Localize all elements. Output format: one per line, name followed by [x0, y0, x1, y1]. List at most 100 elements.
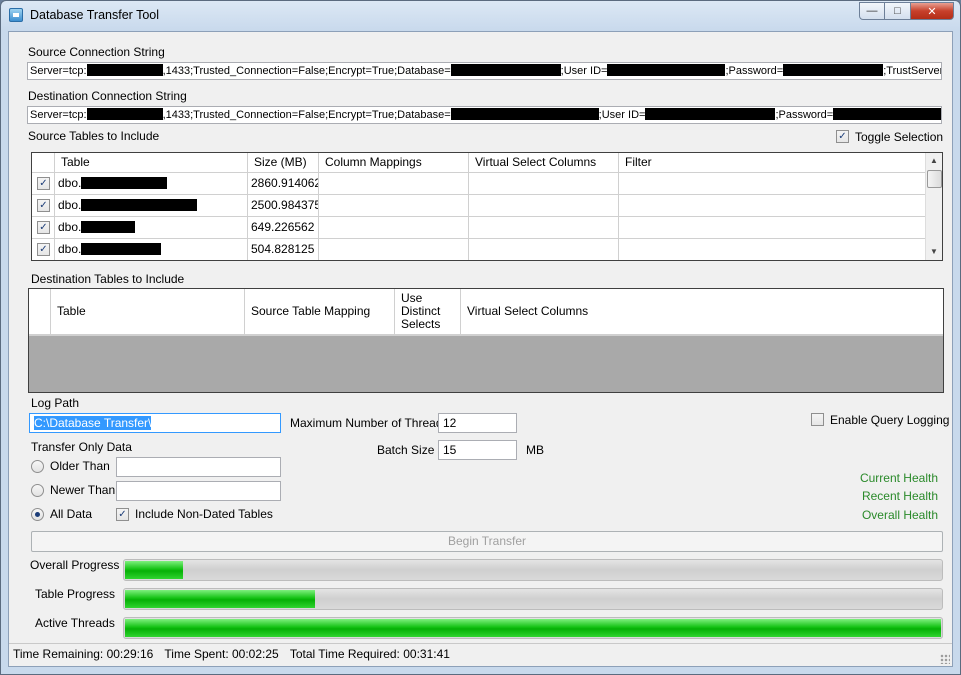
conn-text: ,1433;Trusted_Connection=False;Encrypt=T… [162, 109, 451, 121]
redacted-block [450, 108, 599, 120]
table-row-select-cell[interactable]: ✓ [32, 195, 55, 217]
column-header-virtual-select[interactable]: Virtual Select Columns [469, 153, 619, 173]
row-checkbox[interactable]: ✓ [37, 177, 50, 190]
source-grid-scrollbar[interactable]: ▲ ▼ [925, 153, 942, 260]
log-path-value: C:\Database Transfer\ [34, 416, 152, 430]
active-threads-fill [125, 619, 941, 637]
column-header-column-mappings[interactable]: Column Mappings [319, 153, 469, 173]
overall-progress-label: Overall Progress [30, 558, 120, 572]
row-checkbox[interactable]: ✓ [37, 221, 50, 234]
scroll-up-icon[interactable]: ▲ [926, 153, 942, 169]
query-logging-checkbox[interactable] [811, 413, 824, 426]
resize-grip-icon[interactable] [940, 654, 950, 664]
batch-size-input[interactable]: 15 [438, 440, 517, 460]
table-row-select-cell[interactable]: ✓ [32, 239, 55, 260]
include-nondated-label[interactable]: Include Non-Dated Tables [135, 507, 273, 521]
table-size-cell[interactable]: 504.828125 [248, 239, 319, 260]
minimize-icon: — [866, 5, 878, 17]
begin-transfer-button[interactable]: Begin Transfer [31, 531, 943, 552]
column-header-virtual-select[interactable]: Virtual Select Columns [461, 289, 943, 335]
redacted-block [81, 177, 168, 189]
maximize-icon: □ [894, 5, 901, 17]
time-remaining: Time Remaining: 00:29:16 [13, 647, 154, 661]
active-threads-bar [123, 617, 943, 639]
toggle-selection-label[interactable]: Toggle Selection [855, 130, 943, 144]
conn-text: Server=tcp: [30, 109, 87, 121]
column-mappings-cell[interactable] [319, 195, 469, 217]
virtual-select-cell[interactable] [469, 195, 619, 217]
row-header-corner [32, 153, 55, 173]
conn-text: ;TrustServerCerti [883, 65, 942, 77]
table-name: dbo. [58, 176, 82, 190]
close-button[interactable]: ✕ [911, 2, 954, 20]
table-name-cell[interactable]: dbo. [55, 195, 248, 217]
virtual-select-cell[interactable] [469, 239, 619, 260]
column-header-size[interactable]: Size (MB) [248, 153, 319, 173]
all-data-label[interactable]: All Data [50, 507, 92, 521]
conn-text: ,1433;Trusted_Connection=False;Encrypt=T… [162, 65, 451, 77]
table-size-cell[interactable]: 2860.914062 [248, 173, 319, 195]
redacted-block [81, 243, 162, 255]
table-progress-fill [125, 590, 316, 608]
destination-connection-input[interactable]: Server=tcp: ,1433;Trusted_Connection=Fals… [27, 106, 942, 124]
total-time: Total Time Required: 00:31:41 [289, 647, 450, 661]
filter-cell[interactable] [619, 195, 926, 217]
max-threads-input[interactable]: 12 [438, 413, 517, 433]
redacted-block [86, 108, 163, 120]
recent-health-label: Recent Health [861, 489, 938, 503]
query-logging-label[interactable]: Enable Query Logging [830, 413, 949, 427]
table-name: dbo. [58, 198, 82, 212]
minimize-button[interactable]: — [859, 2, 885, 20]
row-header-corner [29, 289, 51, 335]
older-than-radio[interactable] [31, 460, 44, 473]
max-threads-label: Maximum Number of Threads [290, 416, 449, 430]
table-row-select-cell[interactable]: ✓ [32, 217, 55, 239]
app-icon [9, 8, 23, 22]
close-icon: ✕ [927, 5, 937, 18]
source-connection-input[interactable]: Server=tcp: ,1433;Trusted_Connection=Fals… [27, 62, 942, 80]
column-mappings-cell[interactable] [319, 217, 469, 239]
table-name: dbo. [58, 242, 82, 256]
table-name: dbo. [58, 220, 82, 234]
table-name-cell[interactable]: dbo. [55, 239, 248, 260]
redacted-block [833, 108, 941, 120]
table-name-cell[interactable]: dbo. [55, 173, 248, 195]
filter-cell[interactable] [619, 217, 926, 239]
table-size-cell[interactable]: 2500.984375 [248, 195, 319, 217]
scroll-down-icon[interactable]: ▼ [926, 244, 942, 260]
column-header-table[interactable]: Table [51, 289, 245, 335]
maximize-button[interactable]: □ [885, 2, 911, 20]
batch-size-label: Batch Size [377, 443, 435, 457]
filter-cell[interactable] [619, 173, 926, 195]
virtual-select-cell[interactable] [469, 173, 619, 195]
older-than-input[interactable] [116, 457, 281, 477]
column-header-filter[interactable]: Filter [619, 153, 926, 173]
row-checkbox[interactable]: ✓ [37, 199, 50, 212]
column-mappings-cell[interactable] [319, 173, 469, 195]
newer-than-input[interactable] [116, 481, 281, 501]
newer-than-label[interactable]: Newer Than [50, 483, 115, 497]
column-header-use-distinct[interactable]: Use Distinct Selects [395, 289, 461, 335]
newer-than-radio[interactable] [31, 484, 44, 497]
toggle-selection-checkbox[interactable]: ✓ [836, 130, 849, 143]
all-data-radio[interactable] [31, 508, 44, 521]
row-checkbox[interactable]: ✓ [37, 243, 50, 256]
table-name-cell[interactable]: dbo. [55, 217, 248, 239]
virtual-select-cell[interactable] [469, 217, 619, 239]
column-mappings-cell[interactable] [319, 239, 469, 260]
table-row-select-cell[interactable]: ✓ [32, 173, 55, 195]
filter-cell[interactable] [619, 239, 926, 260]
active-threads-label: Active Threads [35, 616, 115, 630]
overall-health-label: Overall Health [861, 508, 938, 522]
conn-text: ;Password= [775, 109, 834, 121]
title-bar[interactable]: Database Transfer Tool — □ ✕ [1, 1, 960, 31]
include-nondated-checkbox[interactable]: ✓ [116, 508, 129, 521]
column-header-table[interactable]: Table [55, 153, 248, 173]
scroll-thumb[interactable] [927, 170, 942, 188]
log-path-label: Log Path [31, 396, 80, 410]
older-than-label[interactable]: Older Than [50, 459, 110, 473]
column-header-source-mapping[interactable]: Source Table Mapping [245, 289, 395, 335]
log-path-input[interactable]: C:\Database Transfer\ [29, 413, 281, 433]
table-size-cell[interactable]: 649.226562 [248, 217, 319, 239]
source-connection-label: Source Connection String [28, 45, 165, 59]
